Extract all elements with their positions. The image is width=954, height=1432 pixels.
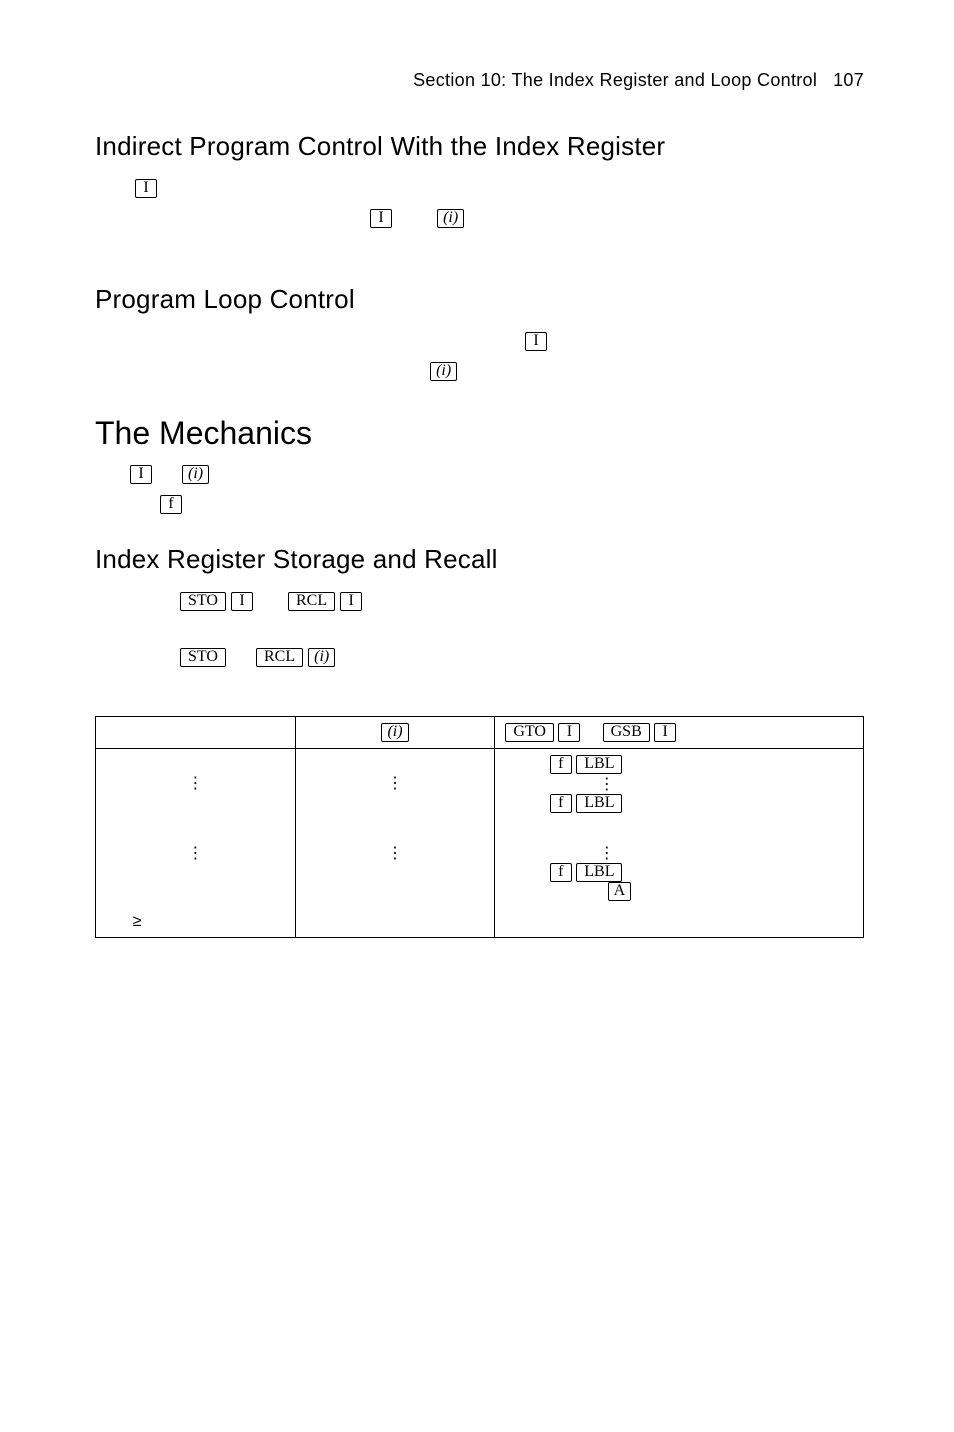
key-I: I xyxy=(370,209,392,228)
table-header-2: (i) xyxy=(295,717,495,749)
vdots-icon: ⋮ xyxy=(187,843,203,863)
para-mech-2: f xyxy=(95,488,864,518)
table-cell xyxy=(495,907,864,938)
page-number: 107 xyxy=(833,70,864,90)
table-cell: ≥ xyxy=(96,907,296,938)
key-STO: STO xyxy=(180,648,226,667)
key-I: I xyxy=(130,465,152,484)
key-I: I xyxy=(231,592,253,611)
key-STO: STO xyxy=(180,592,226,611)
key-i: (i) xyxy=(182,465,209,484)
key-I: I xyxy=(340,592,362,611)
table-cell: ⋮ xyxy=(96,749,296,820)
table-cell xyxy=(295,907,495,938)
table-header-1 xyxy=(96,717,296,749)
key-i: (i) xyxy=(381,723,408,742)
key-f: f xyxy=(550,755,572,774)
page-header: Section 10: The Index Register and Loop … xyxy=(95,70,864,91)
para-loop-1: I xyxy=(95,325,864,355)
key-f: f xyxy=(550,863,572,882)
para-indirect-1: I xyxy=(95,172,864,202)
key-A: A xyxy=(608,882,632,901)
key-f: f xyxy=(160,495,182,514)
section-title: Section 10: The Index Register and Loop … xyxy=(413,70,817,90)
vdots-icon: ⋮ xyxy=(599,843,615,863)
vdots-icon: ⋮ xyxy=(599,774,615,794)
key-I: I xyxy=(135,179,157,198)
heading-mechanics: The Mechanics xyxy=(95,415,864,452)
table-cell: ⋮ xyxy=(295,819,495,907)
key-LBL: LBL xyxy=(576,755,622,774)
table-row: (i) GTO I GSB I xyxy=(96,717,864,749)
para-storage-1: STO I RCL I xyxy=(95,585,864,615)
table-row: ⋮ ⋮ f LBL ⋮ f LBL xyxy=(96,749,864,820)
table-cell: ⋮ xyxy=(295,749,495,820)
key-i: (i) xyxy=(430,362,457,381)
table-header-3: GTO I GSB I xyxy=(495,717,864,749)
para-storage-2: STO RCL (i) xyxy=(95,641,864,671)
key-LBL: LBL xyxy=(576,794,622,813)
key-I: I xyxy=(558,723,580,742)
para-indirect-2: I (i) xyxy=(95,202,864,232)
vdots-icon: ⋮ xyxy=(387,843,403,863)
ge-symbol: ≥ xyxy=(133,913,142,930)
heading-indirect: Indirect Program Control With the Index … xyxy=(95,131,864,162)
key-i: (i) xyxy=(308,648,335,667)
key-RCL: RCL xyxy=(288,592,335,611)
table-cell: f LBL ⋮ f LBL xyxy=(495,749,864,820)
table-cell: ⋮ f LBL A xyxy=(495,819,864,907)
key-I: I xyxy=(525,332,547,351)
key-RCL: RCL xyxy=(256,648,303,667)
key-i: (i) xyxy=(437,209,464,228)
key-GTO: GTO xyxy=(505,723,554,742)
key-GSB: GSB xyxy=(603,723,650,742)
table-row: ≥ xyxy=(96,907,864,938)
para-mech-1: I (i) xyxy=(95,458,864,488)
table-row: ⋮ ⋮ ⋮ f LBL A xyxy=(96,819,864,907)
heading-storage: Index Register Storage and Recall xyxy=(95,544,864,575)
key-f: f xyxy=(550,794,572,813)
vdots-icon: ⋮ xyxy=(187,773,203,793)
para-loop-2: (i) xyxy=(95,355,864,385)
vdots-icon: ⋮ xyxy=(387,773,403,793)
table-cell: ⋮ xyxy=(96,819,296,907)
key-I: I xyxy=(654,723,676,742)
reference-table: (i) GTO I GSB I ⋮ ⋮ f LBL ⋮ f LBL xyxy=(95,716,864,938)
key-LBL: LBL xyxy=(576,863,622,882)
heading-loop: Program Loop Control xyxy=(95,284,864,315)
